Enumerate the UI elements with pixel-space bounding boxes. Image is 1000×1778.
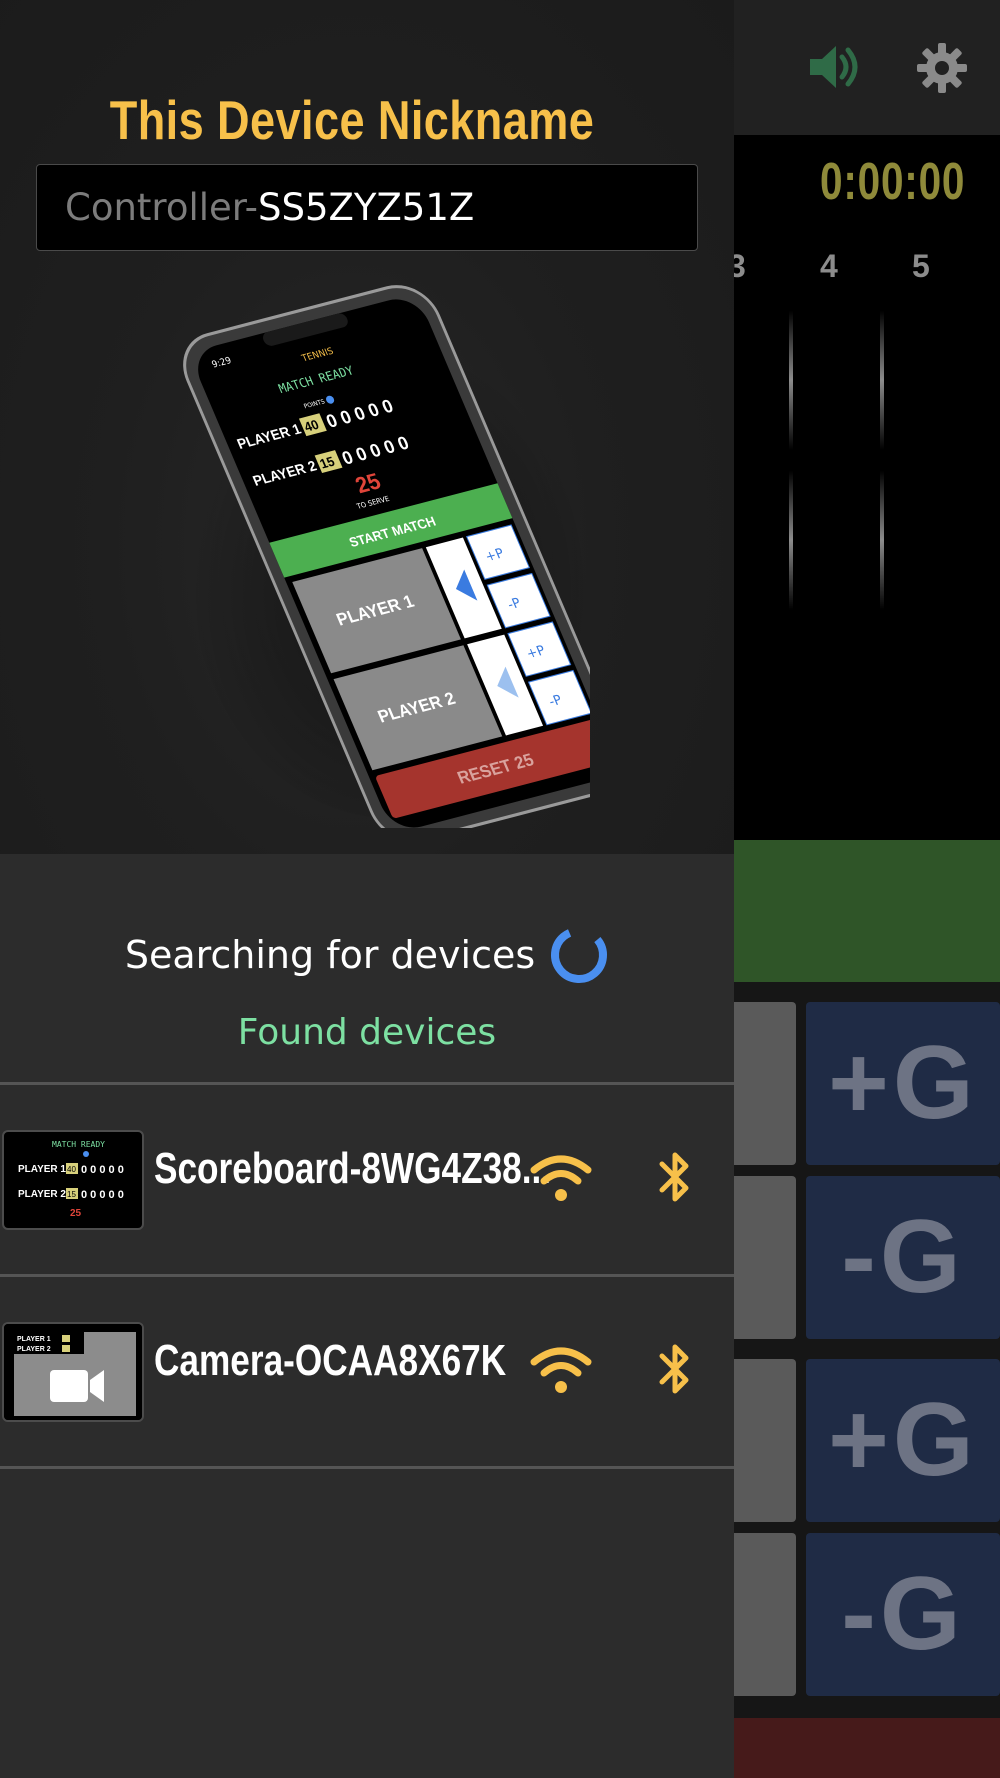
set-column-4: 4: [820, 248, 838, 284]
wifi-icon[interactable]: [530, 1346, 592, 1396]
phone-preview-image: 9:29 TENNIS MATCH READY POINTS PLAYER 1 …: [170, 268, 627, 842]
svg-text:PLAYER 1: PLAYER 1: [17, 1336, 51, 1343]
digit-divider: [789, 310, 793, 450]
nickname-value: SS5ZYZ51Z: [258, 186, 475, 229]
loading-spinner-icon: [551, 927, 608, 983]
wifi-icon[interactable]: [530, 1154, 592, 1204]
svg-text:40: 40: [67, 1165, 76, 1174]
bluetooth-icon[interactable]: [656, 1340, 694, 1398]
scoreboard-thumbnail: MATCH READY PLAYER 1 40 0 0 0 0 0 PLAYER…: [2, 1130, 144, 1230]
speaker-icon[interactable]: [808, 42, 864, 92]
set-column-5: 5: [912, 248, 930, 284]
gear-icon[interactable]: [916, 42, 968, 94]
found-devices-label: Found devices: [237, 1012, 497, 1053]
plus-game-button[interactable]: +G: [806, 1359, 1000, 1522]
nickname-input[interactable]: Controller- SS5ZYZ51Z: [36, 164, 698, 251]
svg-text:PLAYER 2: PLAYER 2: [17, 1346, 51, 1353]
nickname-prefix: Controller-: [65, 186, 258, 229]
nickname-title: This Device Nickname: [109, 89, 595, 151]
device-drawer: This Device Nickname Controller- SS5ZYZ51…: [0, 0, 734, 1778]
svg-text:PLAYER 1: PLAYER 1: [18, 1164, 66, 1175]
svg-text:15: 15: [67, 1190, 76, 1199]
device-name: Camera-OCAA8X67K: [154, 1336, 507, 1385]
device-name: Scoreboard-8WG4Z38...: [154, 1144, 552, 1193]
minus-game-button[interactable]: -G: [806, 1533, 1000, 1696]
match-timer: 0:00:00: [820, 153, 966, 211]
svg-text:0 0 0 0 0: 0 0 0 0 0: [81, 1189, 124, 1201]
svg-text:MATCH READY: MATCH READY: [52, 1140, 105, 1149]
svg-text:0 0 0 0 0: 0 0 0 0 0: [81, 1164, 124, 1176]
minus-game-button[interactable]: -G: [806, 1176, 1000, 1339]
digit-divider: [789, 470, 793, 610]
device-row-camera[interactable]: PLAYER 1 PLAYER 2 Camera-OCAA8X67K: [0, 1276, 734, 1464]
digit-divider: [880, 310, 884, 450]
svg-text:PLAYER 2: PLAYER 2: [18, 1189, 66, 1200]
bluetooth-icon[interactable]: [656, 1148, 694, 1206]
search-status-text: Searching for devices: [124, 933, 536, 977]
divider: [0, 1466, 734, 1469]
svg-text:25: 25: [70, 1208, 82, 1219]
device-row-scoreboard[interactable]: MATCH READY PLAYER 1 40 0 0 0 0 0 PLAYER…: [0, 1084, 734, 1272]
search-status: Searching for devices: [0, 925, 734, 985]
digit-divider: [880, 470, 884, 610]
camera-thumbnail: PLAYER 1 PLAYER 2: [2, 1322, 144, 1422]
plus-game-button[interactable]: +G: [806, 1002, 1000, 1165]
